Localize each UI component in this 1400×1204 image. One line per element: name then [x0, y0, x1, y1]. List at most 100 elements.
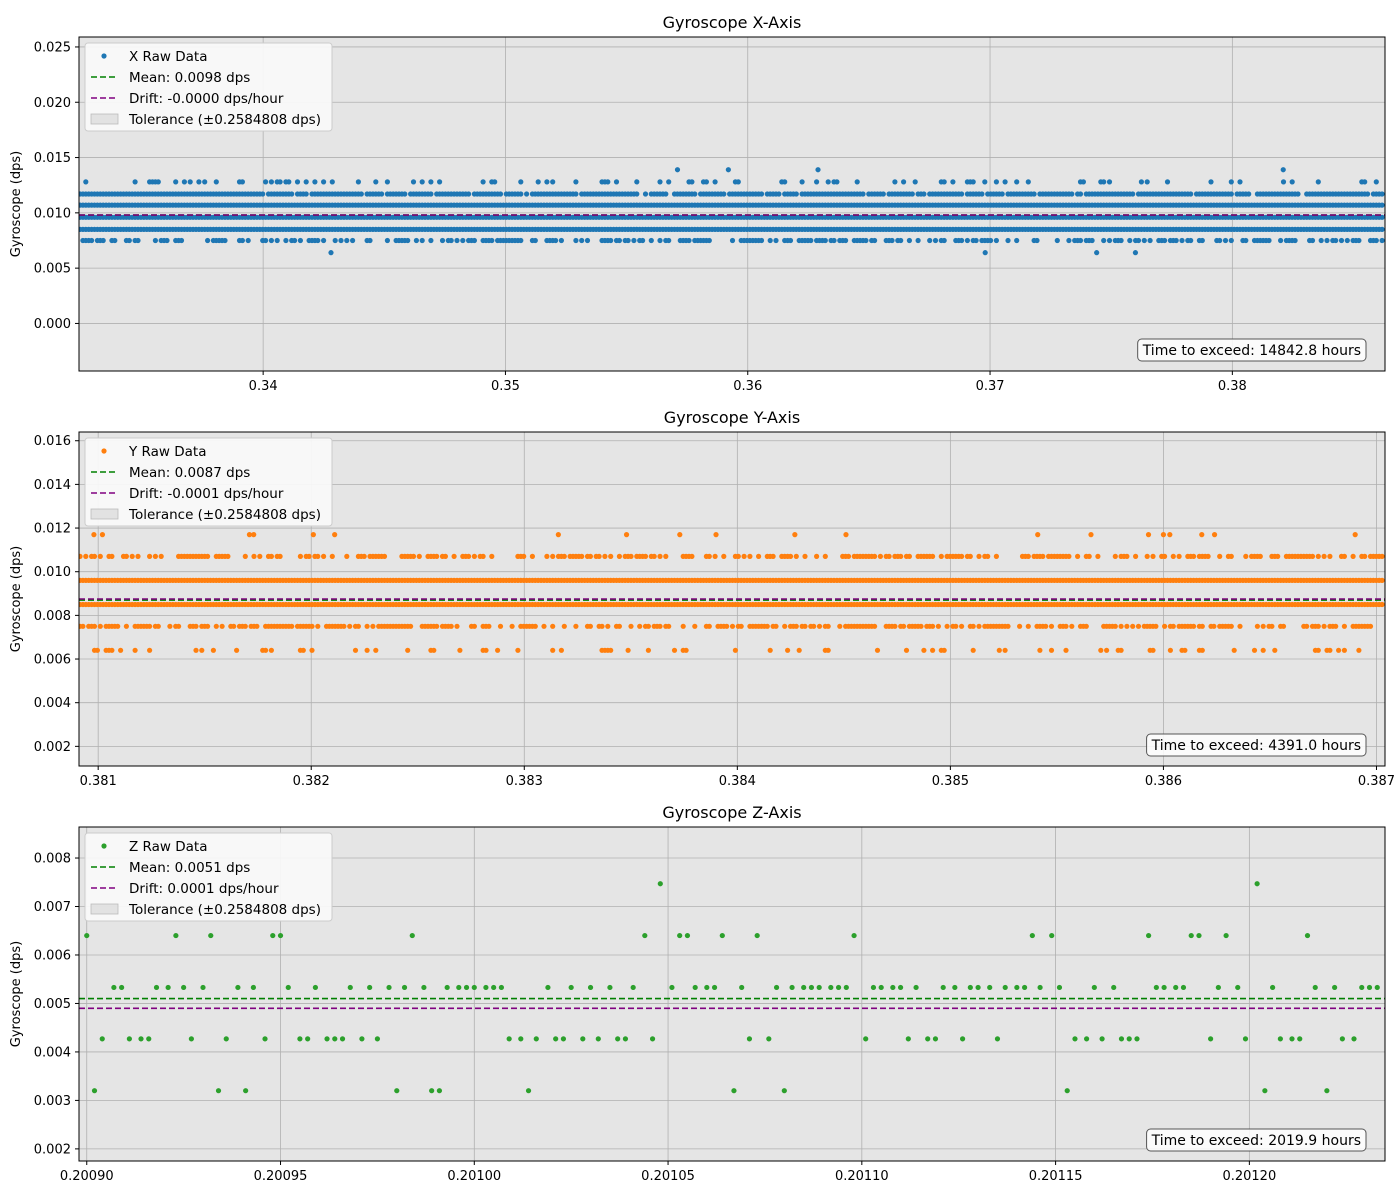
- data-point: [515, 647, 521, 653]
- data-point: [1144, 179, 1150, 185]
- data-point: [863, 1036, 869, 1042]
- data-point: [370, 623, 376, 629]
- data-point: [901, 179, 907, 185]
- data-point: [1289, 179, 1295, 185]
- data-point: [1035, 532, 1041, 538]
- data-point: [1077, 191, 1084, 197]
- data-point: [1040, 553, 1046, 560]
- data-point: [126, 1036, 132, 1042]
- data-point: [967, 553, 973, 560]
- data-point: [1002, 647, 1008, 653]
- data-point: [315, 623, 321, 629]
- data-point: [1379, 226, 1385, 232]
- data-point: [544, 179, 550, 185]
- y-axis-label: Gyroscope (dps): [9, 151, 24, 257]
- data-point: [99, 532, 106, 538]
- data-point: [321, 237, 327, 244]
- data-point: [1324, 1088, 1330, 1094]
- data-point: [782, 623, 788, 629]
- data-point: [645, 647, 652, 653]
- data-point: [480, 179, 486, 185]
- time-to-exceed-annotation: Time to exceed: 14842.8 hours: [1137, 338, 1367, 362]
- data-point: [941, 647, 947, 653]
- y-tick-label: 0.008: [34, 609, 71, 624]
- data-point: [89, 237, 95, 244]
- data-point: [835, 984, 842, 991]
- data-point: [739, 984, 745, 991]
- data-point: [379, 191, 385, 197]
- data-point: [1362, 553, 1368, 560]
- data-point: [1089, 237, 1095, 244]
- data-point: [1243, 237, 1249, 244]
- data-point: [1066, 237, 1072, 244]
- data-point: [1064, 1088, 1070, 1094]
- data-point: [712, 553, 718, 560]
- data-point: [729, 623, 736, 629]
- data-point: [297, 237, 303, 244]
- data-point: [1254, 623, 1260, 629]
- data-point: [1162, 237, 1168, 244]
- data-point: [457, 647, 463, 653]
- data-point: [993, 553, 1000, 560]
- data-point: [941, 179, 947, 185]
- data-point: [283, 237, 289, 244]
- x-tick-label: 0.387: [1358, 774, 1395, 789]
- data-point: [442, 553, 448, 560]
- data-point: [692, 623, 698, 629]
- data-point: [193, 623, 199, 629]
- data-point: [448, 623, 454, 629]
- data-point: [486, 623, 492, 629]
- data-point: [83, 553, 89, 560]
- data-point: [123, 553, 129, 560]
- data-point: [405, 647, 411, 653]
- data-point: [1373, 237, 1379, 244]
- data-point: [200, 984, 206, 991]
- data-point: [164, 237, 170, 244]
- data-point: [1270, 984, 1276, 991]
- data-point: [738, 623, 744, 629]
- data-point: [666, 179, 672, 185]
- data-point: [1141, 237, 1147, 244]
- x-tick-label: 0.34: [249, 379, 278, 394]
- data-point: [434, 623, 440, 629]
- data-point: [1356, 237, 1362, 244]
- data-point: [773, 984, 780, 991]
- y-tick-label: 0.006: [34, 948, 71, 963]
- data-point: [959, 1036, 966, 1042]
- data-point: [1002, 984, 1008, 991]
- x-tick-label: 0.20115: [1029, 1169, 1083, 1184]
- data-point: [725, 167, 731, 173]
- data-point: [289, 191, 295, 197]
- data-point: [1379, 577, 1385, 584]
- data-point: [155, 179, 161, 185]
- data-point: [1188, 237, 1194, 244]
- data-point: [79, 553, 83, 559]
- data-point: [532, 237, 538, 244]
- data-point: [251, 553, 257, 560]
- y-tick-label: 0.014: [34, 478, 71, 493]
- data-point: [384, 237, 390, 244]
- data-point: [309, 623, 315, 629]
- data-point: [491, 984, 497, 991]
- data-point: [599, 623, 605, 629]
- data-point: [776, 191, 782, 197]
- data-point: [518, 1036, 524, 1042]
- data-point: [1208, 179, 1214, 185]
- data-point: [735, 179, 741, 185]
- data-point: [1118, 623, 1124, 629]
- data-point: [332, 237, 338, 244]
- data-point: [735, 553, 741, 560]
- data-point: [268, 647, 274, 653]
- data-point: [428, 237, 434, 244]
- data-point: [109, 647, 115, 653]
- data-point: [657, 553, 663, 560]
- data-point: [1199, 647, 1205, 653]
- x-tick-label: 0.37: [976, 379, 1005, 394]
- data-point: [799, 179, 805, 185]
- data-point: [630, 984, 636, 991]
- data-point: [300, 647, 306, 653]
- data-point: [607, 984, 613, 991]
- data-point: [550, 647, 556, 653]
- data-point: [1379, 553, 1385, 560]
- data-point: [1188, 932, 1194, 939]
